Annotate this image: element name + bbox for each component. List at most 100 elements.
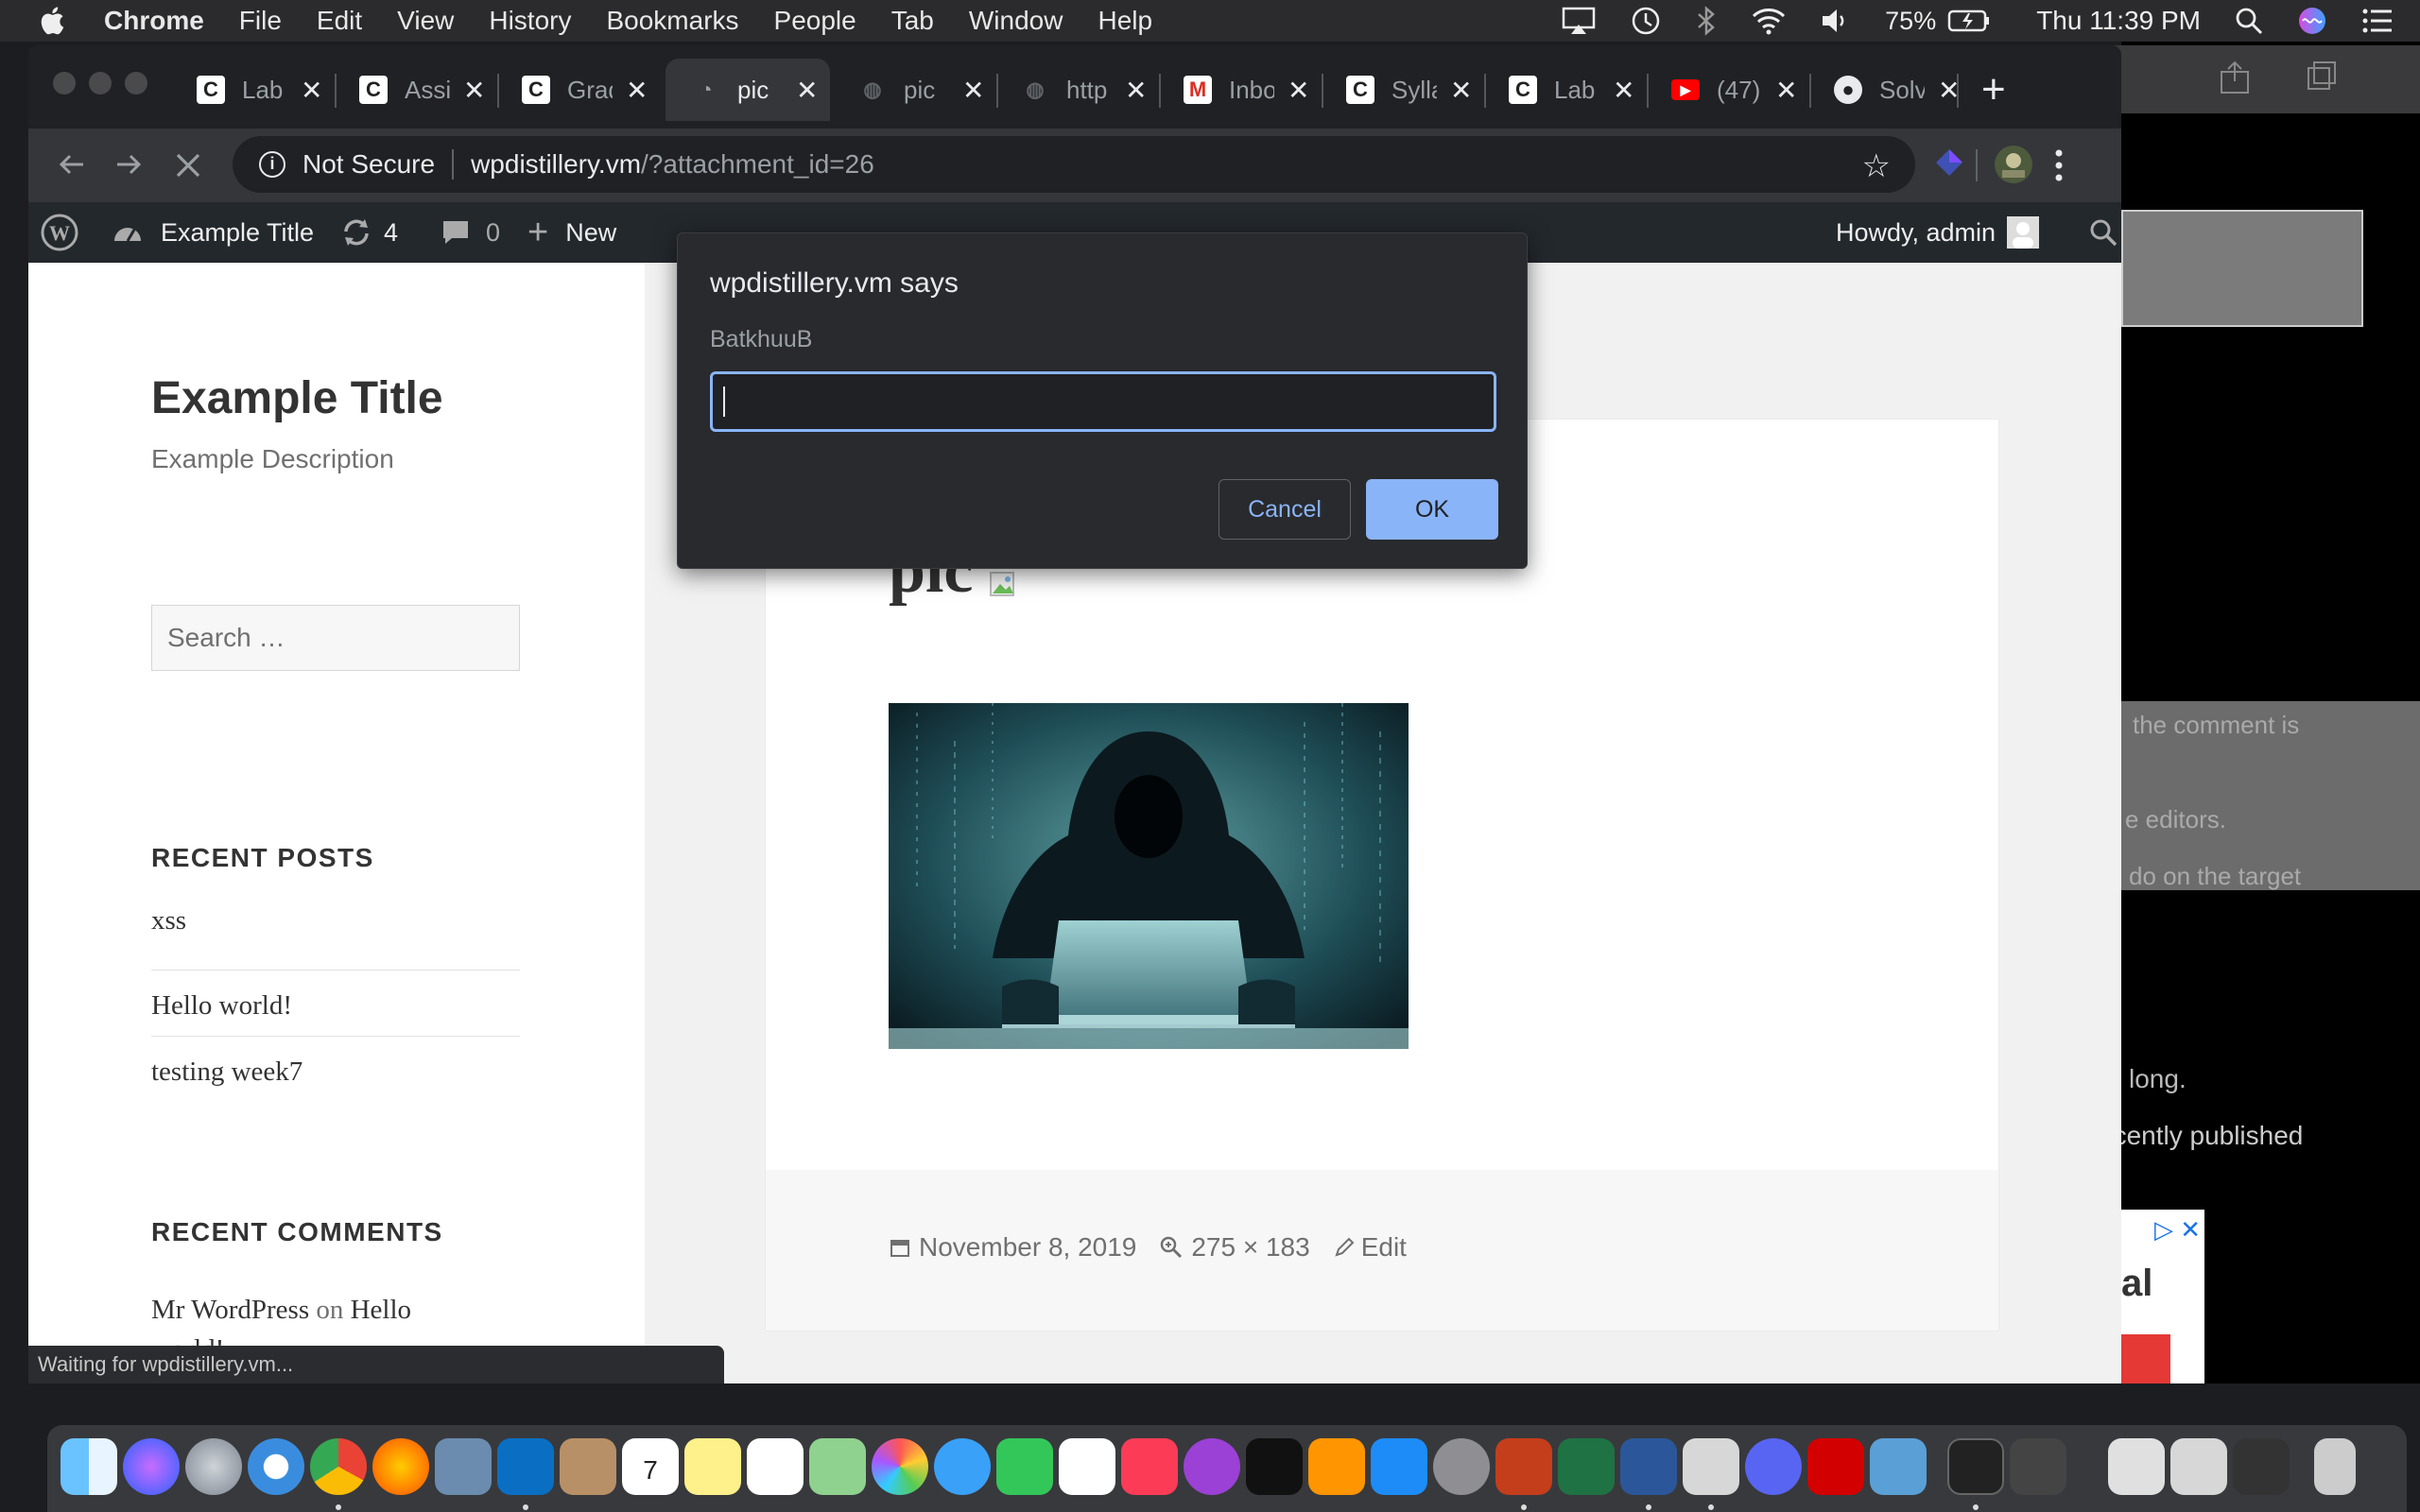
- music-icon[interactable]: [1121, 1438, 1178, 1495]
- volume-icon[interactable]: [1821, 7, 1851, 35]
- menu-app-chrome[interactable]: Chrome: [104, 6, 204, 36]
- extension-icon[interactable]: [1930, 144, 1968, 181]
- tab-pic-active[interactable]: ◔ pic ✕: [666, 59, 830, 121]
- books-icon[interactable]: [1308, 1438, 1365, 1495]
- menu-window[interactable]: Window: [969, 6, 1063, 36]
- battery-icon[interactable]: [1947, 9, 1991, 33]
- admin-new-link[interactable]: + New: [527, 202, 616, 263]
- posted-on[interactable]: November 8, 2019: [889, 1232, 1136, 1263]
- siri-icon[interactable]: [2297, 6, 2327, 36]
- tab-pic[interactable]: ◍ pic ✕: [832, 59, 994, 121]
- trash-icon[interactable]: [2314, 1438, 2356, 1495]
- tab-syllabus[interactable]: C Sylla ✕: [1320, 59, 1482, 121]
- profile-avatar-icon[interactable]: [1993, 144, 2034, 185]
- apple-tv-icon[interactable]: [1246, 1438, 1303, 1495]
- close-tab-icon[interactable]: ✕: [301, 75, 322, 106]
- zoom-window-button[interactable]: [125, 72, 147, 94]
- close-tab-icon[interactable]: ✕: [463, 75, 485, 106]
- menubar-clock[interactable]: Thu 11:39 PM: [2036, 6, 2201, 36]
- close-tab-icon[interactable]: ✕: [626, 75, 648, 106]
- menu-help[interactable]: Help: [1098, 6, 1152, 36]
- edit-link[interactable]: Edit: [1333, 1232, 1407, 1263]
- news-icon[interactable]: [1059, 1438, 1115, 1495]
- powerpoint-icon[interactable]: [1495, 1438, 1552, 1495]
- admin-updates-link[interactable]: 4: [340, 202, 398, 263]
- vagrant-icon[interactable]: [1870, 1438, 1927, 1495]
- admin-account-link[interactable]: Howdy, admin: [1836, 202, 2040, 263]
- word-icon[interactable]: [1620, 1438, 1677, 1495]
- wifi-icon[interactable]: [1751, 7, 1787, 35]
- menu-file[interactable]: File: [239, 6, 282, 36]
- comment-post-link[interactable]: Hello: [351, 1295, 411, 1325]
- chrome-menu-icon[interactable]: [2051, 147, 2066, 183]
- close-tab-icon[interactable]: ✕: [1775, 75, 1797, 106]
- contacts-icon[interactable]: [560, 1438, 616, 1495]
- stop-loading-icon[interactable]: [172, 149, 204, 181]
- address-bar[interactable]: i Not Secure wpdistillery.vm/?attachment…: [233, 136, 1915, 193]
- photos-icon[interactable]: [872, 1438, 928, 1495]
- airplay-icon[interactable]: [1562, 7, 1596, 35]
- time-machine-icon[interactable]: [1630, 5, 1662, 37]
- minimize-window-button[interactable]: [89, 72, 112, 94]
- close-window-button[interactable]: [53, 72, 76, 94]
- finder-icon[interactable]: [60, 1438, 117, 1495]
- discord-icon[interactable]: [1745, 1438, 1802, 1495]
- terminal-icon[interactable]: [1947, 1438, 2004, 1495]
- tab-grad[interactable]: C Grad ✕: [495, 59, 658, 121]
- outlook-icon[interactable]: [497, 1438, 554, 1495]
- info-icon[interactable]: i: [259, 151, 285, 178]
- mail-icon[interactable]: [435, 1438, 492, 1495]
- ok-button[interactable]: OK: [1366, 479, 1498, 540]
- close-tab-icon[interactable]: ✕: [1125, 75, 1147, 106]
- cancel-button[interactable]: Cancel: [1219, 479, 1351, 540]
- reminders-icon[interactable]: [747, 1438, 804, 1495]
- admin-search-icon[interactable]: [2089, 202, 2118, 263]
- tab-assi[interactable]: C Assi ✕: [333, 59, 495, 121]
- chrome-icon[interactable]: [310, 1438, 367, 1495]
- recent-post-link[interactable]: xss: [151, 905, 186, 936]
- menu-bookmarks[interactable]: Bookmarks: [606, 6, 738, 36]
- system-preferences-icon[interactable]: [1433, 1438, 1490, 1495]
- wordpress-logo-icon[interactable]: W: [40, 202, 79, 263]
- siri-icon[interactable]: [123, 1438, 180, 1495]
- close-tab-icon[interactable]: ✕: [1450, 75, 1472, 106]
- bookmark-star-icon[interactable]: ☆: [1862, 147, 1891, 185]
- close-tab-icon[interactable]: ✕: [796, 75, 818, 106]
- menu-edit[interactable]: Edit: [317, 6, 362, 36]
- acrobat-icon[interactable]: [1807, 1438, 1864, 1495]
- forward-icon[interactable]: [112, 147, 146, 181]
- bluetooth-icon[interactable]: [1696, 6, 1717, 36]
- recent-post-link[interactable]: testing week7: [151, 1057, 302, 1088]
- tab-github[interactable]: ● Solv ✕: [1807, 59, 1970, 121]
- launchpad-icon[interactable]: [185, 1438, 242, 1495]
- messages-icon[interactable]: [934, 1438, 991, 1495]
- firefox-icon[interactable]: [372, 1438, 429, 1495]
- virtualbox-icon[interactable]: [1683, 1438, 1739, 1495]
- notes-icon[interactable]: [684, 1438, 741, 1495]
- prompt-text-input[interactable]: [710, 371, 1496, 432]
- spotlight-search-icon[interactable]: [2235, 7, 2263, 35]
- safari-icon[interactable]: [248, 1438, 304, 1495]
- full-size-link[interactable]: 275 × 183: [1159, 1232, 1310, 1263]
- screenshot-icon[interactable]: [2010, 1438, 2066, 1495]
- security-label[interactable]: Not Secure: [302, 149, 435, 180]
- menu-people[interactable]: People: [774, 6, 856, 36]
- hacker-image[interactable]: [889, 703, 1409, 1049]
- excel-icon[interactable]: [1558, 1438, 1615, 1495]
- notification-center-icon[interactable]: [2361, 8, 2394, 34]
- tab-youtube[interactable]: ▶ (47) ✕: [1645, 59, 1807, 121]
- tab-inbox[interactable]: M Inbo ✕: [1157, 59, 1320, 121]
- facetime-icon[interactable]: [996, 1438, 1053, 1495]
- menu-tab[interactable]: Tab: [891, 6, 934, 36]
- podcasts-icon[interactable]: [1184, 1438, 1240, 1495]
- menu-view[interactable]: View: [397, 6, 454, 36]
- close-tab-icon[interactable]: ✕: [1288, 75, 1309, 106]
- new-tab-button[interactable]: +: [1981, 66, 2006, 113]
- close-tab-icon[interactable]: ✕: [962, 75, 984, 106]
- close-tab-icon[interactable]: ✕: [1613, 75, 1634, 106]
- tab-lab-1[interactable]: C Lab ✕: [170, 59, 333, 121]
- back-icon[interactable]: [55, 147, 89, 181]
- menu-history[interactable]: History: [489, 6, 571, 36]
- tab-lab-2[interactable]: C Lab ✕: [1482, 59, 1645, 121]
- admin-comments-link[interactable]: 0: [441, 202, 500, 263]
